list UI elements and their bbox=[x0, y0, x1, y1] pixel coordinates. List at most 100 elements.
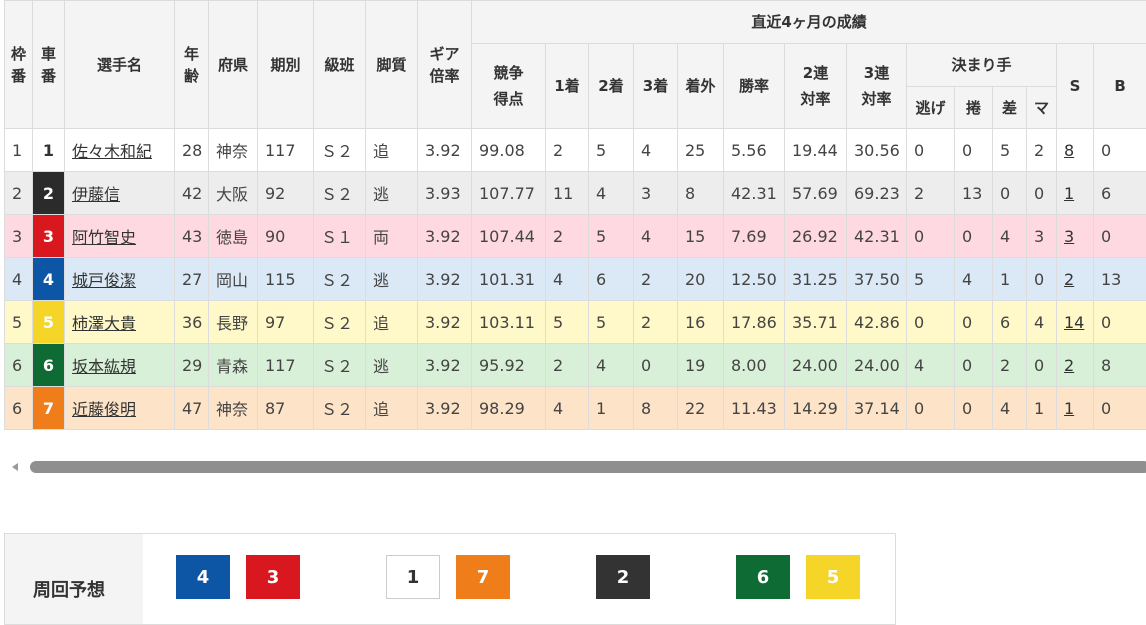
cell-pref: 青森 bbox=[209, 344, 258, 387]
cell-nige: 0 bbox=[907, 215, 955, 258]
cell-q3: 42.31 bbox=[847, 215, 907, 258]
s-count-link[interactable]: 1 bbox=[1064, 184, 1074, 203]
cell-out: 25 bbox=[678, 129, 724, 172]
cell-car: 2 bbox=[33, 172, 65, 215]
header-waku-label: 枠番 bbox=[11, 43, 27, 87]
cell-nige: 0 bbox=[907, 387, 955, 430]
s-count-link[interactable]: 3 bbox=[1064, 227, 1074, 246]
header-nige: 逃げ bbox=[907, 87, 955, 129]
cell-mark: 4 bbox=[1027, 301, 1057, 344]
cell-q2: 19.44 bbox=[785, 129, 847, 172]
cell-second: 5 bbox=[589, 301, 634, 344]
cell-s[interactable]: 1 bbox=[1057, 172, 1094, 215]
cell-s[interactable]: 3 bbox=[1057, 215, 1094, 258]
rider-row: 33阿竹智史43徳島90Ｓ１両3.92107.44254157.6926.924… bbox=[5, 215, 1146, 258]
race-entry-table: 枠番 車番 選手名 年齢 府県 期別 級班 脚質 ギア倍率 直近4ヶ月の成績 競… bbox=[4, 0, 1146, 430]
cell-sashi: 5 bbox=[993, 129, 1027, 172]
s-count-link[interactable]: 8 bbox=[1064, 141, 1074, 160]
cell-mark: 0 bbox=[1027, 258, 1057, 301]
cell-third: 4 bbox=[634, 129, 678, 172]
cell-score: 95.92 bbox=[472, 344, 546, 387]
s-count-link[interactable]: 1 bbox=[1064, 399, 1074, 418]
cell-gear: 3.93 bbox=[418, 172, 472, 215]
cell-name[interactable]: 柿澤大貴 bbox=[65, 301, 175, 344]
cell-win: 5.56 bbox=[724, 129, 785, 172]
s-count-link[interactable]: 2 bbox=[1064, 270, 1074, 289]
cell-waku: 4 bbox=[5, 258, 33, 301]
cell-name[interactable]: 坂本紘規 bbox=[65, 344, 175, 387]
rider-name-link[interactable]: 阿竹智史 bbox=[72, 228, 136, 247]
header-makuri: 捲 bbox=[955, 87, 993, 129]
cell-style: 逃 bbox=[366, 258, 418, 301]
scroll-left-arrow-icon[interactable] bbox=[12, 463, 18, 471]
cell-q2: 35.71 bbox=[785, 301, 847, 344]
cell-first: 11 bbox=[546, 172, 589, 215]
rider-name-link[interactable]: 城戸俊潔 bbox=[72, 271, 136, 290]
header-age: 年齢 bbox=[175, 1, 209, 129]
cell-makuri: 0 bbox=[955, 387, 993, 430]
cell-first: 2 bbox=[546, 215, 589, 258]
cell-s[interactable]: 2 bbox=[1057, 258, 1094, 301]
cell-makuri: 0 bbox=[955, 129, 993, 172]
prediction-box: 7 bbox=[456, 555, 510, 599]
prediction-box: 5 bbox=[806, 555, 860, 599]
cell-third: 2 bbox=[634, 301, 678, 344]
cell-waku: 1 bbox=[5, 129, 33, 172]
cell-third: 3 bbox=[634, 172, 678, 215]
cell-age: 29 bbox=[175, 344, 209, 387]
cell-out: 22 bbox=[678, 387, 724, 430]
cell-score: 107.77 bbox=[472, 172, 546, 215]
cell-q3: 37.14 bbox=[847, 387, 907, 430]
cell-style: 逃 bbox=[366, 344, 418, 387]
cell-b: 0 bbox=[1094, 301, 1146, 344]
cell-makuri: 0 bbox=[955, 344, 993, 387]
cell-win: 12.50 bbox=[724, 258, 785, 301]
s-count-link[interactable]: 2 bbox=[1064, 356, 1074, 375]
lap-prediction-label-cell: 周回予想 bbox=[5, 534, 143, 624]
header-q2: 2連対率 bbox=[785, 44, 847, 129]
cell-name[interactable]: 阿竹智史 bbox=[65, 215, 175, 258]
cell-car: 4 bbox=[33, 258, 65, 301]
rider-name-link[interactable]: 佐々木和紀 bbox=[72, 142, 152, 161]
rider-name-link[interactable]: 坂本紘規 bbox=[72, 357, 136, 376]
cell-first: 4 bbox=[546, 387, 589, 430]
cell-mark: 0 bbox=[1027, 344, 1057, 387]
rider-name-link[interactable]: 柿澤大貴 bbox=[72, 314, 136, 333]
cell-name[interactable]: 伊藤信 bbox=[65, 172, 175, 215]
cell-mark: 2 bbox=[1027, 129, 1057, 172]
header-pref: 府県 bbox=[209, 1, 258, 129]
cell-first: 2 bbox=[546, 344, 589, 387]
cell-q2: 14.29 bbox=[785, 387, 847, 430]
cell-gear: 3.92 bbox=[418, 215, 472, 258]
cell-pref: 神奈 bbox=[209, 387, 258, 430]
cell-term: 117 bbox=[258, 129, 314, 172]
rider-name-link[interactable]: 近藤俊明 bbox=[72, 400, 136, 419]
cell-q2: 24.00 bbox=[785, 344, 847, 387]
cell-out: 20 bbox=[678, 258, 724, 301]
cell-s[interactable]: 14 bbox=[1057, 301, 1094, 344]
cell-s[interactable]: 2 bbox=[1057, 344, 1094, 387]
cell-q3: 37.50 bbox=[847, 258, 907, 301]
cell-makuri: 0 bbox=[955, 215, 993, 258]
s-count-link[interactable]: 14 bbox=[1064, 313, 1084, 332]
header-style: 脚質 bbox=[366, 1, 418, 129]
cell-s[interactable]: 8 bbox=[1057, 129, 1094, 172]
cell-name[interactable]: 佐々木和紀 bbox=[65, 129, 175, 172]
cell-waku: 5 bbox=[5, 301, 33, 344]
horizontal-scrollbar[interactable] bbox=[10, 459, 1146, 475]
cell-makuri: 13 bbox=[955, 172, 993, 215]
header-age-label: 年齢 bbox=[184, 43, 200, 87]
cell-name[interactable]: 近藤俊明 bbox=[65, 387, 175, 430]
header-name: 選手名 bbox=[65, 1, 175, 129]
rider-name-link[interactable]: 伊藤信 bbox=[72, 185, 120, 204]
rider-row: 66坂本紘規29青森117Ｓ２逃3.9295.92240198.0024.002… bbox=[5, 344, 1146, 387]
scrollbar-thumb[interactable] bbox=[30, 461, 1146, 473]
cell-s[interactable]: 1 bbox=[1057, 387, 1094, 430]
cell-gear: 3.92 bbox=[418, 258, 472, 301]
cell-win: 42.31 bbox=[724, 172, 785, 215]
cell-pref: 長野 bbox=[209, 301, 258, 344]
cell-first: 4 bbox=[546, 258, 589, 301]
cell-name[interactable]: 城戸俊潔 bbox=[65, 258, 175, 301]
header-gear: ギア倍率 bbox=[418, 1, 472, 129]
cell-win: 11.43 bbox=[724, 387, 785, 430]
